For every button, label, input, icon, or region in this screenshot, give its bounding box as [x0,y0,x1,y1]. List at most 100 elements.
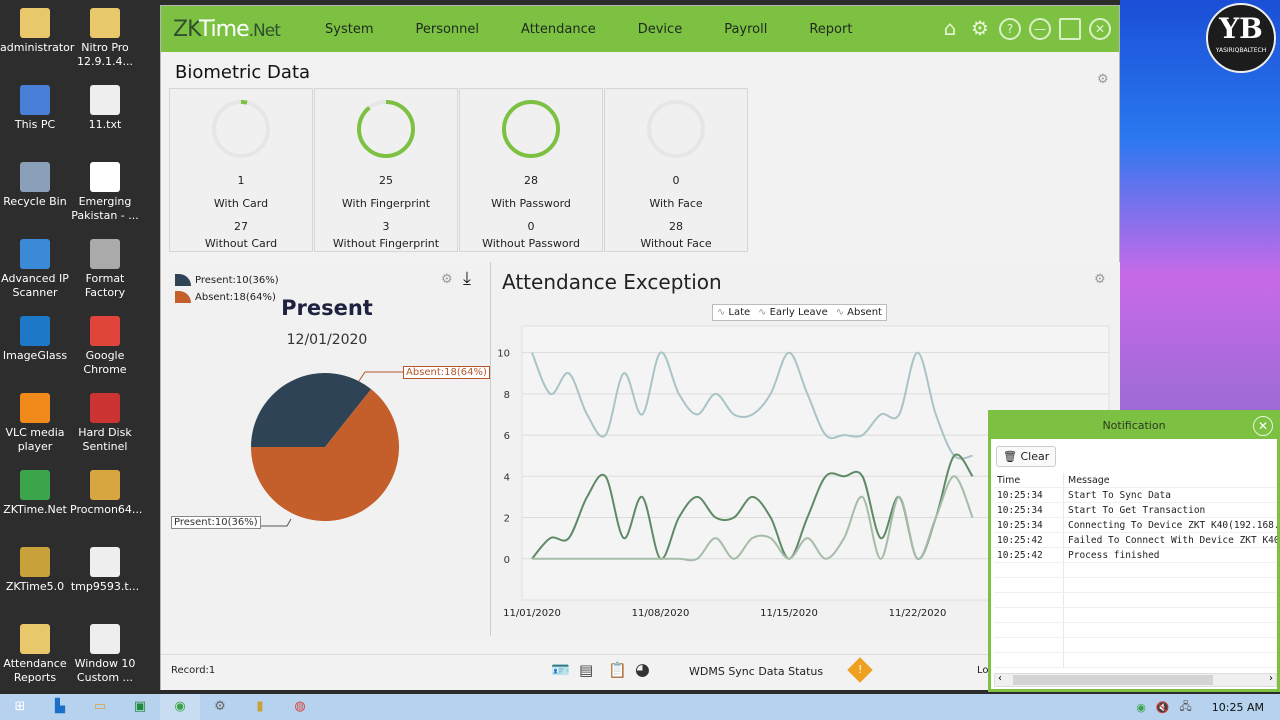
help-icon[interactable]: ? [999,18,1021,40]
warning-icon[interactable]: ! [847,657,873,683]
desktop-icon[interactable]: Advanced IP Scanner [0,239,70,300]
clipboard-icon[interactable]: 📋 [608,661,627,679]
zktime-taskbar-icon[interactable]: ◉ [160,694,200,720]
notification-row[interactable] [994,653,1277,668]
clear-button[interactable]: 🗑 Clear [996,446,1057,467]
desktop-icon[interactable]: ZKTime.Net [0,470,70,517]
volume-muted-icon[interactable]: 🔇 [1156,701,1170,714]
disk-sentinel-icon [90,393,120,423]
pie-chart [251,371,403,527]
desktop-icon[interactable]: tmp9593.t... [70,547,140,594]
device-icon[interactable]: ▤ [579,661,593,679]
desktop-icon[interactable]: Attendance Reports [0,624,70,685]
notification-row[interactable]: 10:25:34 Connecting To Device ZKT K40(192… [994,518,1277,533]
menu-device[interactable]: Device [616,22,702,37]
watermark-logo: YB YASIRIQBALTECH [1206,3,1276,73]
biometric-settings-icon[interactable]: ⚙ [1097,72,1109,87]
without-label: Without Card [204,237,278,250]
scroll-right-icon[interactable]: › [1269,673,1273,684]
desktop-icon[interactable]: Format Factory [70,239,140,300]
desktop-icon-label: Procmon64... [70,503,143,516]
without-count: 27 [234,220,248,233]
format-factory-icon [90,239,120,269]
with-count: 1 [237,174,245,187]
recycle-bin-icon [20,162,50,192]
chrome-taskbar-icon[interactable]: ◍ [280,694,320,720]
desktop-icon-label: Hard Disk Sentinel [78,426,132,453]
desktop-icon[interactable]: ZKTime5.0 [0,547,70,594]
clock[interactable]: 10:25 AM [1212,701,1264,714]
pie-chart-icon[interactable]: ◕ [635,660,650,680]
notification-row[interactable] [994,638,1277,653]
notification-row[interactable] [994,578,1277,593]
biometric-card: 28 With Password 0 Without Password [459,88,603,252]
notification-row[interactable]: 10:25:34 Start To Sync Data [994,488,1277,503]
horizontal-scrollbar[interactable]: ‹ › [994,673,1277,687]
notification-row[interactable] [994,608,1277,623]
with-label: With Password [491,197,571,210]
desktop-icon-label: tmp9593.t... [70,580,140,593]
progress-ring-track [647,100,705,158]
menu-personnel[interactable]: Personnel [393,22,499,37]
personnel-card-icon[interactable]: 🪪 [551,661,570,679]
chrome-icon [90,316,120,346]
row-message [1064,578,1277,592]
notification-row[interactable]: 10:25:42 Failed To Connect With Device ZK… [994,533,1277,548]
desktop-icon[interactable]: This PC [0,85,70,132]
notification-row[interactable] [994,623,1277,638]
main-menu: System Personnel Attendance Device Payro… [303,22,872,37]
close-icon[interactable]: ✕ [1089,18,1111,40]
notification-close-icon[interactable]: ✕ [1253,416,1273,436]
desktop-icon[interactable]: administrator [0,8,75,55]
y-tick-label: 4 [504,472,510,483]
watermark-subtext: YASIRIQBALTECH [1215,47,1267,54]
desktop-icon-label: administrator [0,41,75,54]
video-file-icon [90,162,120,192]
tool-taskbar-icon[interactable]: ⚙ [200,694,240,720]
desktop-icon[interactable]: VLC media player [0,393,70,454]
row-time [994,638,1064,652]
col-time[interactable]: Time [994,473,1064,487]
folder-icon [20,624,50,654]
desktop-icon[interactable]: Emerging Pakistan - ... [70,162,140,223]
notification-row[interactable]: 10:25:34 Start To Get Transaction [994,503,1277,518]
desktop-icon-label: Nitro Pro 12.9.1.4... [77,41,133,68]
notebook-taskbar-icon[interactable]: ▮ [240,694,280,720]
notification-header-row: Time Message [994,473,1277,488]
desktop-icon[interactable]: Google Chrome [70,316,140,377]
minimize-icon[interactable]: — [1029,18,1051,40]
notification-row[interactable]: 10:25:42 Process finished [994,548,1277,563]
network-icon[interactable]: 🖧 [1180,698,1192,717]
desktop-icon[interactable]: ImageGlass [0,316,70,363]
menu-attendance[interactable]: Attendance [499,22,616,37]
progress-ring-fill [502,100,560,158]
desktop-icon-label: Recycle Bin [3,195,67,208]
imageglass-icon [20,316,50,346]
notification-row[interactable] [994,563,1277,578]
desktop-icon-label: Emerging Pakistan - ... [71,195,139,222]
desktop-icon[interactable]: Window 10 Custom ... [70,624,140,685]
desktop-icon[interactable]: Procmon64... [70,470,143,517]
col-message[interactable]: Message [1064,473,1277,487]
desktop-icon[interactable]: 11.txt [70,85,140,132]
watermark-text: YB [1219,12,1263,45]
gear-icon[interactable]: ⚙ [969,18,991,40]
taskbar-app-icon[interactable]: ▙ [40,694,80,720]
menu-system[interactable]: System [303,22,393,37]
desktop-icon[interactable]: Nitro Pro 12.9.1.4... [70,8,140,69]
file-explorer-icon[interactable]: ▭ [80,694,120,720]
row-time [994,623,1064,637]
scroll-thumb[interactable] [1013,675,1213,685]
menu-payroll[interactable]: Payroll [702,22,787,37]
scroll-left-icon[interactable]: ‹ [998,673,1002,684]
desktop-icon[interactable]: Hard Disk Sentinel [70,393,140,454]
menu-report[interactable]: Report [787,22,872,37]
row-message: Failed To Connect With Device ZKT K40(19… [1068,535,1277,546]
zktime-tray-icon[interactable]: ◉ [1136,701,1146,714]
home-icon[interactable]: ⌂ [939,18,961,40]
notification-row[interactable] [994,593,1277,608]
desktop-icon[interactable]: Recycle Bin [0,162,70,209]
spreadsheet-icon[interactable]: ▣ [120,694,160,720]
maximize-icon[interactable] [1059,18,1081,40]
start-button[interactable]: ⊞ [0,694,40,720]
